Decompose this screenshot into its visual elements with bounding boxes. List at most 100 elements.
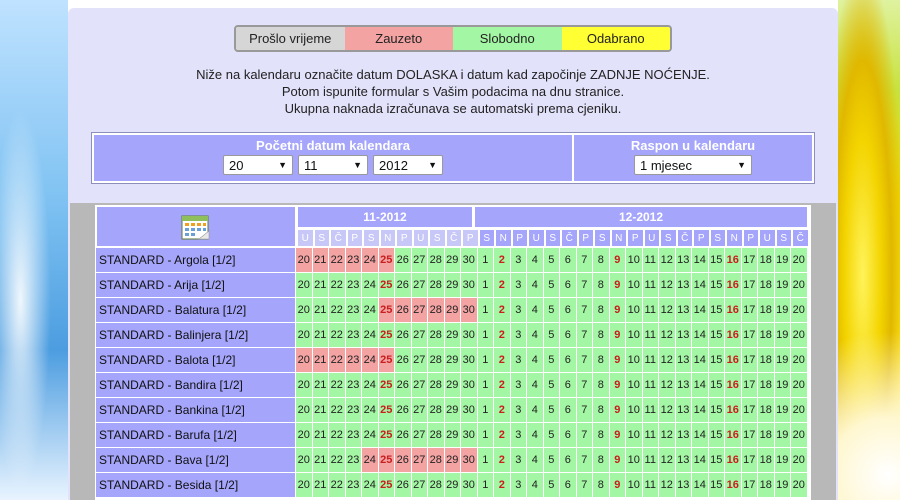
day-cell[interactable]: 21: [312, 348, 329, 372]
day-cell[interactable]: 20: [296, 248, 313, 272]
day-cell[interactable]: 9: [609, 398, 626, 422]
day-cell[interactable]: 14: [692, 423, 709, 447]
day-cell[interactable]: 10: [626, 398, 643, 422]
day-cell[interactable]: 29: [444, 273, 461, 297]
day-cell[interactable]: 25: [378, 248, 395, 272]
day-cell[interactable]: 2: [494, 273, 511, 297]
day-cell[interactable]: 26: [395, 448, 412, 472]
day-cell[interactable]: 1: [477, 473, 494, 497]
day-cell[interactable]: 11: [642, 248, 659, 272]
day-cell[interactable]: 7: [576, 373, 593, 397]
day-cell[interactable]: 22: [329, 423, 346, 447]
day-cell[interactable]: 11: [642, 273, 659, 297]
day-cell[interactable]: 9: [609, 473, 626, 497]
day-cell[interactable]: 15: [708, 448, 725, 472]
day-cell[interactable]: 14: [692, 448, 709, 472]
day-cell[interactable]: 2: [494, 398, 511, 422]
day-cell[interactable]: 14: [692, 323, 709, 347]
day-cell[interactable]: 20: [296, 348, 313, 372]
day-cell[interactable]: 10: [626, 248, 643, 272]
day-cell[interactable]: 30: [461, 298, 478, 322]
day-cell[interactable]: 17: [741, 423, 758, 447]
day-cell[interactable]: 2: [494, 323, 511, 347]
day-cell[interactable]: 4: [527, 423, 544, 447]
day-cell[interactable]: 26: [395, 398, 412, 422]
day-cell[interactable]: 27: [411, 248, 428, 272]
day-cell[interactable]: 16: [725, 398, 742, 422]
day-cell[interactable]: 14: [692, 248, 709, 272]
day-cell[interactable]: 8: [593, 423, 610, 447]
day-cell[interactable]: 20: [296, 448, 313, 472]
day-cell[interactable]: 25: [378, 348, 395, 372]
day-cell[interactable]: 12: [659, 373, 676, 397]
day-cell[interactable]: 18: [758, 373, 775, 397]
day-cell[interactable]: 28: [428, 348, 445, 372]
day-cell[interactable]: 24: [362, 423, 379, 447]
day-cell[interactable]: 3: [510, 423, 527, 447]
day-cell[interactable]: 6: [560, 473, 577, 497]
day-cell[interactable]: 18: [758, 273, 775, 297]
day-cell[interactable]: 24: [362, 398, 379, 422]
day-cell[interactable]: 7: [576, 473, 593, 497]
day-cell[interactable]: 20: [791, 248, 808, 272]
day-cell[interactable]: 26: [395, 423, 412, 447]
day-cell[interactable]: 30: [461, 373, 478, 397]
day-cell[interactable]: 24: [362, 298, 379, 322]
day-cell[interactable]: 1: [477, 373, 494, 397]
day-cell[interactable]: 16: [725, 448, 742, 472]
day-cell[interactable]: 8: [593, 473, 610, 497]
day-cell[interactable]: 18: [758, 348, 775, 372]
day-cell[interactable]: 1: [477, 398, 494, 422]
day-cell[interactable]: 14: [692, 273, 709, 297]
day-cell[interactable]: 24: [362, 348, 379, 372]
day-cell[interactable]: 25: [378, 323, 395, 347]
day-cell[interactable]: 2: [494, 348, 511, 372]
day-cell[interactable]: 4: [527, 348, 544, 372]
day-cell[interactable]: 4: [527, 448, 544, 472]
day-cell[interactable]: 11: [642, 423, 659, 447]
day-cell[interactable]: 8: [593, 448, 610, 472]
day-cell[interactable]: 28: [428, 473, 445, 497]
day-cell[interactable]: 23: [345, 348, 362, 372]
day-cell[interactable]: 13: [675, 348, 692, 372]
day-cell[interactable]: 23: [345, 398, 362, 422]
day-cell[interactable]: 19: [774, 473, 791, 497]
day-cell[interactable]: 29: [444, 323, 461, 347]
day-cell[interactable]: 20: [791, 298, 808, 322]
day-cell[interactable]: 13: [675, 473, 692, 497]
day-cell[interactable]: 20: [296, 323, 313, 347]
day-cell[interactable]: 11: [642, 298, 659, 322]
day-cell[interactable]: 2: [494, 448, 511, 472]
day-cell[interactable]: 19: [774, 248, 791, 272]
day-cell[interactable]: 13: [675, 448, 692, 472]
day-cell[interactable]: 7: [576, 298, 593, 322]
day-cell[interactable]: 22: [329, 373, 346, 397]
day-cell[interactable]: 10: [626, 298, 643, 322]
day-cell[interactable]: 17: [741, 323, 758, 347]
day-cell[interactable]: 26: [395, 348, 412, 372]
day-cell[interactable]: 9: [609, 373, 626, 397]
day-cell[interactable]: 25: [378, 373, 395, 397]
day-cell[interactable]: 10: [626, 423, 643, 447]
day-cell[interactable]: 15: [708, 348, 725, 372]
day-cell[interactable]: 5: [543, 398, 560, 422]
day-cell[interactable]: 15: [708, 273, 725, 297]
day-cell[interactable]: 30: [461, 398, 478, 422]
day-cell[interactable]: 21: [312, 323, 329, 347]
day-cell[interactable]: 20: [791, 423, 808, 447]
day-cell[interactable]: 27: [411, 398, 428, 422]
day-cell[interactable]: 25: [378, 423, 395, 447]
day-cell[interactable]: 1: [477, 448, 494, 472]
day-cell[interactable]: 22: [329, 448, 346, 472]
day-cell[interactable]: 22: [329, 273, 346, 297]
day-cell[interactable]: 21: [312, 273, 329, 297]
day-cell[interactable]: 16: [725, 348, 742, 372]
day-cell[interactable]: 3: [510, 448, 527, 472]
month-select[interactable]: 11 ▼: [298, 155, 368, 175]
day-cell[interactable]: 22: [329, 398, 346, 422]
day-cell[interactable]: 26: [395, 473, 412, 497]
day-cell[interactable]: 24: [362, 248, 379, 272]
day-cell[interactable]: 4: [527, 323, 544, 347]
day-cell[interactable]: 1: [477, 298, 494, 322]
day-cell[interactable]: 16: [725, 473, 742, 497]
